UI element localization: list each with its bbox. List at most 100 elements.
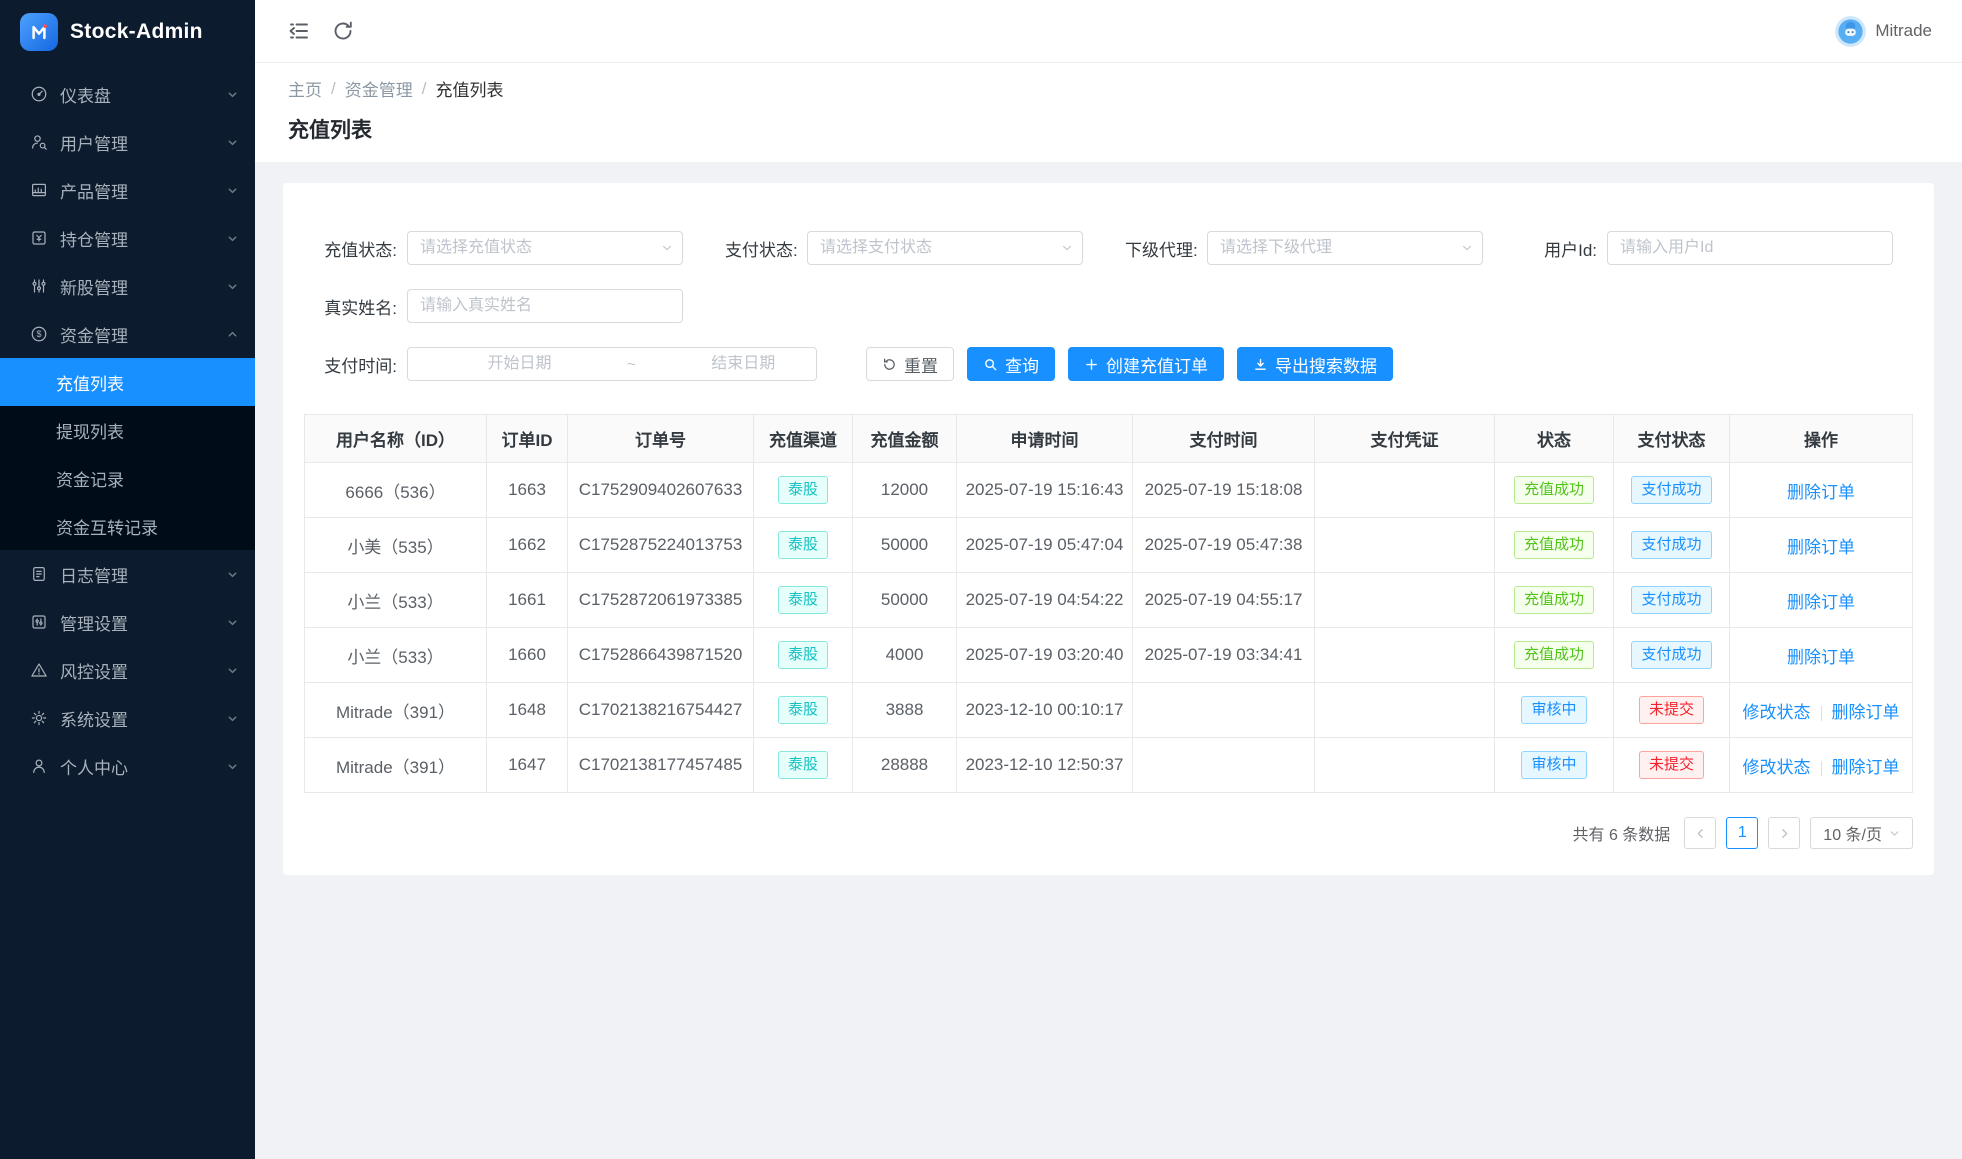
prev-page-button[interactable] (1684, 817, 1717, 849)
cell-user: 6666（536） (304, 462, 487, 518)
sidebar-item-products[interactable]: 产品管理 (0, 166, 255, 214)
cell-user: 小美（535） (304, 517, 487, 573)
agent-select[interactable] (1207, 231, 1483, 265)
sidebar-item-system-settings[interactable]: 系统设置 (0, 694, 255, 742)
cell-apply-time: 2023-12-10 12:50:37 (956, 737, 1133, 793)
cell-pay-time: 2025-07-19 15:18:08 (1132, 462, 1315, 518)
app-logo[interactable]: Stock-Admin (0, 0, 255, 64)
sidebar-subitem-withdraw-list[interactable]: 提现列表 (0, 406, 255, 454)
cell-user: Mitrade（391） (304, 682, 487, 738)
sidebar-item-label: 个人中心 (60, 758, 128, 778)
export-label: 导出搜索数据 (1275, 356, 1377, 376)
pagination-total: 共有 6 条数据 (1572, 827, 1671, 844)
action-link[interactable]: 修改状态 (1743, 758, 1811, 777)
cell-amount: 50000 (852, 517, 957, 573)
cell-apply-time: 2025-07-19 05:47:04 (956, 517, 1133, 573)
col-status: 状态 (1494, 414, 1614, 463)
refresh-icon[interactable] (331, 19, 355, 43)
filter-label: 用户Id: (1544, 240, 1597, 260)
app-title: Stock-Admin (70, 20, 203, 43)
create-recharge-order-button[interactable]: 创建充值订单 (1068, 347, 1224, 381)
cell-voucher (1314, 737, 1495, 793)
cell-pay-status: 未提交 (1613, 682, 1730, 738)
start-date-input[interactable] (416, 355, 623, 373)
sidebar-item-logs[interactable]: 日志管理 (0, 550, 255, 598)
profile-icon (33, 759, 45, 773)
page-number-1[interactable]: 1 (1726, 817, 1759, 849)
cell-pay-status: 未提交 (1613, 737, 1730, 793)
sidebar-item-profile[interactable]: 个人中心 (0, 742, 255, 790)
sidebar-item-label: 产品管理 (60, 182, 128, 202)
sidebar-item-funds[interactable]: $ 资金管理 (0, 310, 255, 358)
new-stock-icon (32, 279, 46, 293)
cell-pay-time: 2025-07-19 05:47:38 (1132, 517, 1315, 573)
topbar: Mitrade (255, 0, 1962, 63)
action-link[interactable]: 删除订单 (1787, 483, 1855, 502)
table-header-row: 用户名称（ID） 订单ID 订单号 充值渠道 充值金额 申请时间 支付时间 支付… (304, 414, 1913, 463)
cell-amount: 50000 (852, 572, 957, 628)
sidebar-subitem-label: 资金互转记录 (56, 518, 158, 538)
chevron-down-icon (228, 139, 237, 145)
cell-amount: 28888 (852, 737, 957, 793)
channel-tag: 泰股 (777, 476, 828, 504)
sidebar-item-dashboard[interactable]: 仪表盘 (0, 70, 255, 118)
pay-status-select[interactable] (807, 231, 1083, 265)
table-body: 6666（536） 1663 C1752909402607633 泰股 12000 202… (304, 462, 1913, 793)
real-name-input[interactable] (407, 289, 683, 323)
export-search-data-button[interactable]: 导出搜索数据 (1237, 347, 1393, 381)
action-link[interactable]: 删除订单 (1787, 538, 1855, 557)
user-avatar (1835, 15, 1867, 47)
cell-pay-time (1132, 682, 1315, 738)
user-menu[interactable]: Mitrade (1835, 15, 1932, 47)
funds-submenu: 充值列表 提现列表 资金记录 资金互转记录 (0, 358, 255, 550)
sidebar-item-new-stock[interactable]: 新股管理 (0, 262, 255, 310)
pay-time-range-picker[interactable]: ~ (407, 347, 847, 381)
user-id-input[interactable] (1607, 231, 1893, 265)
cell-user: 小兰（533） (304, 572, 487, 628)
filter-row-3: 支付时间: ~ 重置 查询 创建充值订单 (283, 347, 1934, 381)
date-range-separator: ~ (627, 355, 636, 373)
col-user: 用户名称（ID） (304, 414, 487, 463)
cell-actions: 删除订单 (1729, 462, 1913, 518)
cell-pay-status: 支付成功 (1613, 572, 1730, 628)
sidebar-item-admin-settings[interactable]: 管理设置 (0, 598, 255, 646)
cell-order-no: C1752875224013753 (567, 517, 754, 573)
sidebar-subitem-label: 资金记录 (56, 470, 124, 490)
end-date-input[interactable] (639, 355, 847, 373)
sidebar-item-users[interactable]: 用户管理 (0, 118, 255, 166)
breadcrumb-funds[interactable]: 资金管理 (345, 76, 413, 101)
cell-status: 充值成功 (1494, 517, 1614, 573)
sidebar-subitem-recharge-list[interactable]: 充值列表 (0, 358, 255, 406)
pagination: 共有 6 条数据 1 10 条/页 (304, 817, 1913, 849)
search-button[interactable]: 查询 (967, 347, 1055, 381)
risk-settings-icon (31, 663, 47, 677)
channel-tag: 泰股 (777, 586, 828, 614)
sidebar-subitem-label: 充值列表 (56, 374, 124, 394)
create-label: 创建充值订单 (1106, 356, 1208, 376)
action-link[interactable]: 修改状态 (1743, 703, 1811, 722)
sidebar-item-positions[interactable]: 持仓管理 (0, 214, 255, 262)
table-row: Mitrade（391） 1648 C1702138216754427 泰股 3888 2… (304, 682, 1913, 738)
sidebar-item-risk-settings[interactable]: 风控设置 (0, 646, 255, 694)
action-link[interactable]: 删除订单 (1787, 648, 1855, 667)
menu-fold-icon[interactable] (287, 19, 311, 43)
sidebar-subitem-fund-records[interactable]: 资金记录 (0, 454, 255, 502)
sidebar-subitem-label: 提现列表 (56, 422, 124, 442)
breadcrumb-separator: / (421, 78, 427, 98)
cell-voucher (1314, 627, 1495, 683)
action-link[interactable]: 删除订单 (1832, 703, 1900, 722)
col-order-no: 订单号 (567, 414, 754, 463)
action-link[interactable]: 删除订单 (1787, 593, 1855, 612)
reset-icon (884, 358, 895, 370)
action-link[interactable]: 删除订单 (1832, 758, 1900, 777)
cell-actions: 修改状态 删除订单 (1729, 682, 1913, 738)
page-size-select[interactable]: 10 条/页 (1810, 817, 1913, 849)
next-page-button[interactable] (1768, 817, 1801, 849)
system-settings-icon (31, 710, 47, 726)
recharge-status-select[interactable] (407, 231, 683, 265)
logs-icon (33, 567, 45, 581)
breadcrumb-home[interactable]: 主页 (288, 76, 322, 101)
channel-tag: 泰股 (777, 751, 828, 779)
reset-button[interactable]: 重置 (866, 347, 954, 381)
sidebar-subitem-fund-transfer-records[interactable]: 资金互转记录 (0, 502, 255, 550)
